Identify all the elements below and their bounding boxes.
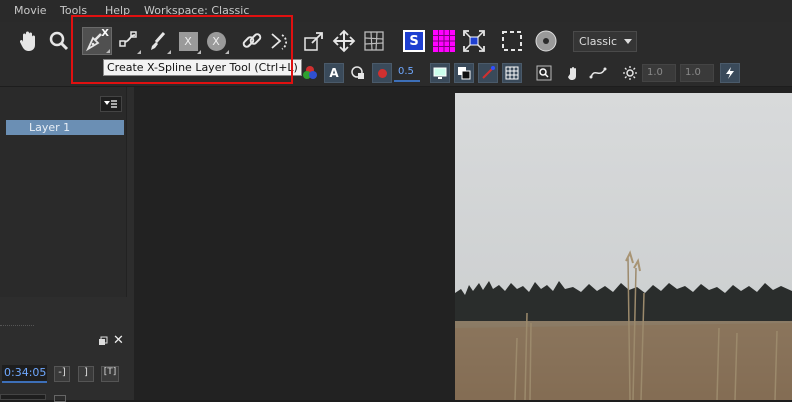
magnifier-icon <box>49 31 69 51</box>
menu-tools[interactable]: Tools <box>60 4 87 17</box>
menu-help[interactable]: Help <box>105 4 130 17</box>
path-option-button[interactable] <box>588 64 608 82</box>
transform-points-button[interactable] <box>114 27 142 55</box>
cut-spline-button[interactable] <box>266 27 294 55</box>
layers-panel: Layer 1 ✕ 0:34:05 -] ] [T] <box>0 87 134 402</box>
workspace-select-value: Classic <box>579 35 618 48</box>
zoom-tool-button[interactable] <box>46 27 72 55</box>
canvas-image <box>455 93 792 400</box>
safe-frame-button[interactable] <box>498 27 526 55</box>
main-toolbar: X X X S <box>0 22 792 60</box>
x-badge: X <box>101 28 109 39</box>
panel-menu-button[interactable] <box>100 96 122 112</box>
text-layer-button[interactable]: A <box>324 63 344 83</box>
record-icon <box>377 68 387 78</box>
color-channels-button[interactable] <box>300 64 320 82</box>
link-icon <box>242 33 262 48</box>
panel-divider <box>0 325 34 327</box>
close-panel-icon[interactable]: ✕ <box>113 334 125 347</box>
expand-icon <box>304 32 323 51</box>
render-disc-button[interactable] <box>532 27 560 55</box>
bracket-button[interactable]: ] <box>78 366 94 382</box>
layer-name: Layer 1 <box>29 121 71 134</box>
menu-bar: Movie Tools Help Workspace: Classic <box>0 0 792 22</box>
grid-view-button[interactable] <box>502 63 522 83</box>
hand-tool-button[interactable] <box>16 27 42 55</box>
zoom-frame-icon <box>536 65 552 81</box>
rgb-circles-icon <box>303 66 317 79</box>
a-letter-icon: A <box>329 66 339 80</box>
fill-shape-icon <box>351 66 364 79</box>
dashed-frame-icon <box>502 31 522 51</box>
float-panel-button[interactable] <box>98 336 108 346</box>
path-curve-icon <box>589 67 607 79</box>
scale-tool-button[interactable] <box>300 27 328 55</box>
overlay-button[interactable] <box>454 63 474 83</box>
lightning-icon <box>726 67 734 79</box>
preview-monitor-button[interactable] <box>430 63 450 83</box>
circle-x-icon: X <box>206 31 226 51</box>
square-x-icon: X <box>178 31 198 51</box>
layer-row[interactable]: Layer 1 <box>6 120 124 135</box>
paint-brush-button[interactable] <box>144 27 172 55</box>
lower-field[interactable] <box>0 394 46 400</box>
landscape-image <box>455 93 792 400</box>
brightness-input[interactable]: 1.0 <box>642 64 676 82</box>
curve-edit-button[interactable] <box>478 63 498 83</box>
move-tool-button[interactable] <box>330 27 358 55</box>
menu-list-icon <box>104 100 117 108</box>
shape-fill-button[interactable] <box>348 64 368 82</box>
opacity-input[interactable]: 0.5 <box>394 64 420 82</box>
xspline-layer-tool-button[interactable]: X <box>82 27 112 55</box>
rectangle-tool-button[interactable]: X <box>174 27 202 55</box>
fit-view-button[interactable] <box>460 27 488 55</box>
layers-list: Layer 1 <box>0 87 127 297</box>
menu-movie[interactable]: Movie <box>14 4 47 17</box>
hand-icon <box>19 31 35 51</box>
set-range-button[interactable]: [T] <box>101 366 119 382</box>
move-arrows-icon <box>332 29 356 53</box>
workspace-select[interactable]: Classic <box>573 31 637 52</box>
distort-grid-icon <box>364 31 384 51</box>
menu-workspace[interactable]: Workspace: Classic <box>144 4 249 17</box>
switch-layer-button[interactable]: S <box>400 27 428 55</box>
zoom-preview-button[interactable] <box>534 64 554 82</box>
hand-small-icon <box>568 67 576 80</box>
circle-tool-button[interactable]: X <box>202 27 230 55</box>
brightness-button[interactable] <box>620 64 640 82</box>
float-panel-icon <box>99 336 108 345</box>
time-input[interactable]: 0:34:05 <box>2 365 47 383</box>
show-grid-button[interactable] <box>430 27 458 55</box>
disc-icon <box>535 30 557 52</box>
magenta-grid-icon <box>433 30 455 52</box>
set-out-button[interactable]: -] <box>54 366 70 382</box>
curve-icon <box>482 66 495 79</box>
distort-grid-button[interactable] <box>360 27 388 55</box>
s-switch-icon: S <box>403 30 425 52</box>
monitor-icon <box>433 67 447 79</box>
link-tool-button[interactable] <box>238 27 266 55</box>
chevron-down-icon <box>624 39 632 44</box>
overlay-squares-icon <box>458 67 471 80</box>
flash-button[interactable] <box>720 63 740 83</box>
tool-tooltip: Create X-Spline Layer Tool (Ctrl+L) <box>103 59 302 76</box>
sun-icon <box>623 66 637 80</box>
dashed-cut-icon <box>271 33 288 50</box>
fit-expand-icon <box>463 30 485 52</box>
lower-checkbox[interactable] <box>54 395 66 402</box>
record-button[interactable] <box>372 63 392 83</box>
contrast-input[interactable]: 1.0 <box>680 64 714 82</box>
hand-option-button[interactable] <box>564 64 584 82</box>
grid-icon <box>505 66 519 80</box>
